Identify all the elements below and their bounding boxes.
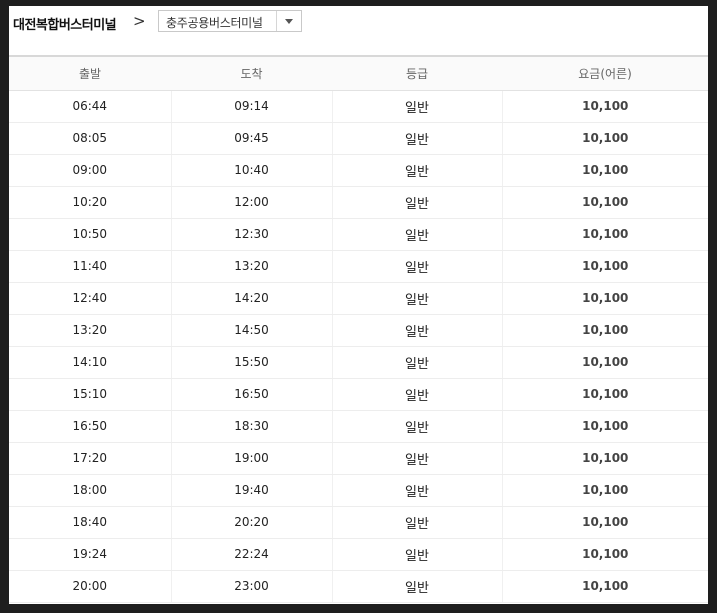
departure-time: 10:20 (9, 186, 171, 219)
arrival-time: 14:50 (170, 314, 332, 347)
table-row: 18:00 19:40 일반 10,100 (9, 474, 708, 507)
arrival-time: 12:30 (170, 218, 332, 251)
fare: 10,100 (501, 282, 708, 315)
bus-grade: 일반 (331, 346, 502, 379)
table-row: 10:20 12:00 일반 10,100 (9, 186, 708, 219)
departure-time: 18:40 (9, 506, 171, 539)
bus-grade: 일반 (331, 538, 502, 571)
fare: 10,100 (501, 122, 708, 155)
departure-time: 14:10 (9, 346, 171, 379)
departure-time: 09:00 (9, 154, 171, 187)
table-row: 14:10 15:50 일반 10,100 (9, 346, 708, 379)
bus-grade: 일반 (331, 506, 502, 539)
fare: 10,100 (501, 506, 708, 539)
arrival-time: 10:40 (170, 154, 332, 187)
timetable-panel: 대전복합버스터미널 > 충주공용버스터미널 출발 도착 등급 요금(어른) 06… (9, 6, 708, 604)
fare: 10,100 (501, 474, 708, 507)
table-row: 11:40 13:20 일반 10,100 (9, 250, 708, 283)
bus-grade: 일반 (331, 442, 502, 475)
fare: 10,100 (501, 186, 708, 219)
table-row: 19:24 22:24 일반 10,100 (9, 538, 708, 571)
chevron-right-icon: > (133, 12, 146, 30)
departure-time: 19:24 (9, 538, 171, 571)
destination-terminal: 충주공용버스터미널 (166, 16, 263, 30)
fare: 10,100 (501, 90, 708, 123)
fare: 10,100 (501, 218, 708, 251)
table-row: 09:00 10:40 일반 10,100 (9, 154, 708, 187)
arrival-time: 13:20 (170, 250, 332, 283)
table-row: 12:40 14:20 일반 10,100 (9, 282, 708, 315)
arrival-time: 15:50 (170, 346, 332, 379)
arrival-time: 09:14 (170, 90, 332, 123)
bus-grade: 일반 (331, 410, 502, 443)
departure-time: 13:20 (9, 314, 171, 347)
bus-grade: 일반 (331, 474, 502, 507)
arrival-time: 09:45 (170, 122, 332, 155)
table-row: 06:44 09:14 일반 10,100 (9, 90, 708, 123)
bus-grade: 일반 (331, 90, 502, 123)
departure-time: 12:40 (9, 282, 171, 315)
fare: 10,100 (501, 346, 708, 379)
arrival-time: 22:24 (170, 538, 332, 571)
departure-time: 16:50 (9, 410, 171, 443)
departure-time: 20:00 (9, 570, 171, 603)
arrival-time: 16:50 (170, 378, 332, 411)
table-row: 18:40 20:20 일반 10,100 (9, 506, 708, 539)
header-departure: 출발 (9, 55, 171, 91)
table-row: 13:20 14:50 일반 10,100 (9, 314, 708, 347)
departure-time: 08:05 (9, 122, 171, 155)
arrival-time: 19:00 (170, 442, 332, 475)
bus-grade: 일반 (331, 154, 502, 187)
fare: 10,100 (501, 570, 708, 603)
fare: 10,100 (501, 250, 708, 283)
table-row: 08:05 09:45 일반 10,100 (9, 122, 708, 155)
arrival-time: 20:20 (170, 506, 332, 539)
origin-terminal: 대전복합버스터미널 (13, 18, 117, 33)
fare: 10,100 (501, 538, 708, 571)
header-fare: 요금(어른) (502, 55, 708, 91)
fare: 10,100 (501, 378, 708, 411)
departure-time: 10:50 (9, 218, 171, 251)
fare: 10,100 (501, 410, 708, 443)
route-header: 대전복합버스터미널 > 충주공용버스터미널 (9, 6, 708, 54)
timetable: 출발 도착 등급 요금(어른) 06:44 09:14 일반 10,100 08:05 0… (9, 55, 708, 603)
table-row: 17:20 19:00 일반 10,100 (9, 442, 708, 475)
departure-time: 17:20 (9, 442, 171, 475)
bus-grade: 일반 (331, 218, 502, 251)
table-row: 16:50 18:30 일반 10,100 (9, 410, 708, 443)
fare: 10,100 (501, 314, 708, 347)
arrival-time: 18:30 (170, 410, 332, 443)
destination-select[interactable]: 충주공용버스터미널 (158, 10, 302, 32)
bus-grade: 일반 (331, 122, 502, 155)
departure-time: 18:00 (9, 474, 171, 507)
table-row: 10:50 12:30 일반 10,100 (9, 218, 708, 251)
table-row: 15:10 16:50 일반 10,100 (9, 378, 708, 411)
bus-grade: 일반 (331, 570, 502, 603)
dropdown-button[interactable] (276, 11, 301, 31)
arrival-time: 12:00 (170, 186, 332, 219)
arrival-time: 14:20 (170, 282, 332, 315)
departure-time: 06:44 (9, 90, 171, 123)
fare: 10,100 (501, 442, 708, 475)
header-arrival: 도착 (171, 55, 332, 91)
arrival-time: 19:40 (170, 474, 332, 507)
bus-grade: 일반 (331, 250, 502, 283)
bus-grade: 일반 (331, 314, 502, 347)
bus-grade: 일반 (331, 186, 502, 219)
departure-time: 11:40 (9, 250, 171, 283)
header-grade: 등급 (332, 55, 502, 91)
bus-grade: 일반 (331, 378, 502, 411)
departure-time: 15:10 (9, 378, 171, 411)
fare: 10,100 (501, 154, 708, 187)
table-row: 20:00 23:00 일반 10,100 (9, 570, 708, 603)
bus-grade: 일반 (331, 282, 502, 315)
table-body: 06:44 09:14 일반 10,100 08:05 09:45 일반 10,100 09:0… (9, 90, 708, 603)
arrival-time: 23:00 (170, 570, 332, 603)
table-header-row: 출발 도착 등급 요금(어른) (9, 55, 708, 91)
chevron-down-icon (285, 19, 293, 24)
